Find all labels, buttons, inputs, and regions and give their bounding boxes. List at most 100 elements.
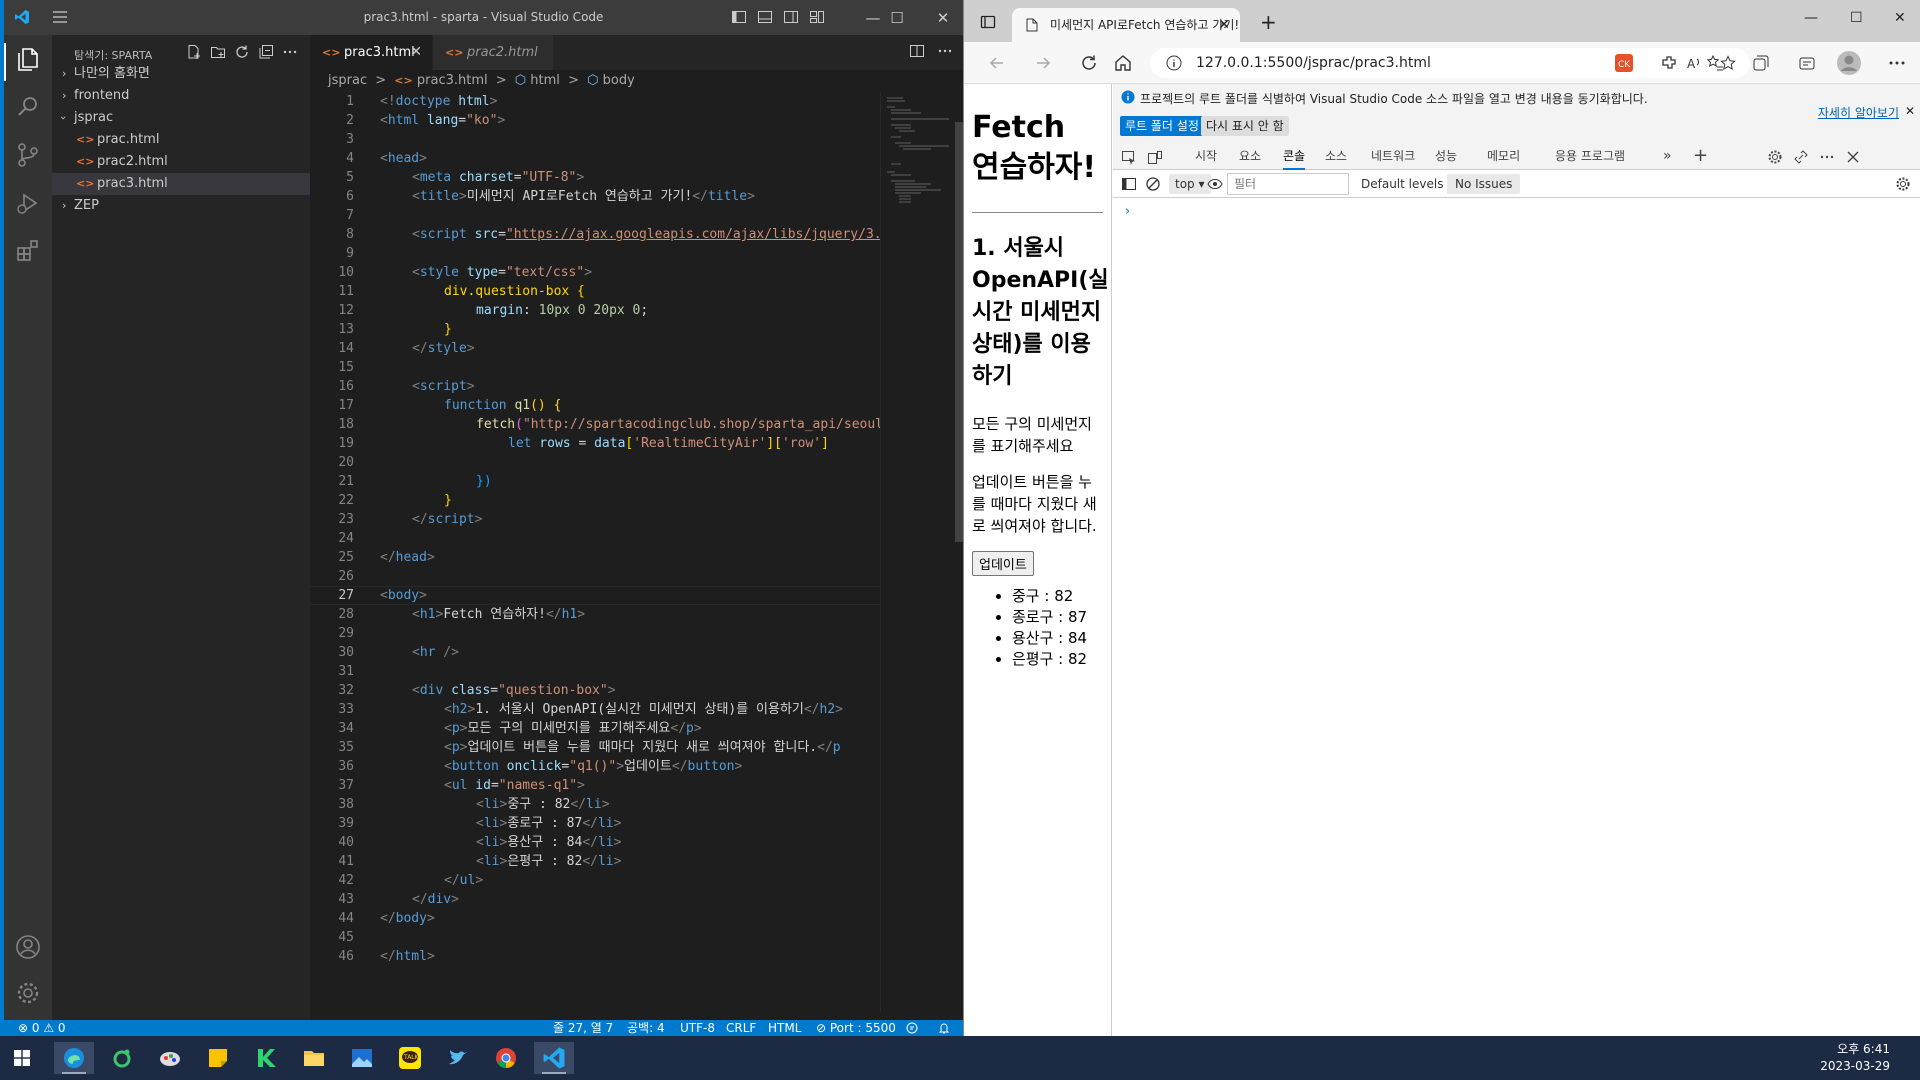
- taskbar-photos[interactable]: [342, 1042, 382, 1074]
- more-tabs-icon[interactable]: »: [1663, 144, 1672, 170]
- customize-layout-icon[interactable]: [809, 9, 825, 25]
- language-mode[interactable]: HTML: [768, 1020, 801, 1036]
- connect-icon[interactable]: [1793, 149, 1809, 165]
- line-ending[interactable]: CRLF: [726, 1020, 756, 1036]
- close-notice-icon[interactable]: ✕: [1905, 104, 1915, 118]
- system-clock[interactable]: 오후 6:41 2023-03-29: [1820, 1041, 1890, 1075]
- taskbar-kakaotalk[interactable]: TALK: [390, 1042, 430, 1074]
- live-server-port[interactable]: ⊘ Port : 5500: [816, 1020, 896, 1036]
- clear-console-icon[interactable]: [1145, 176, 1161, 192]
- back-arrow-icon[interactable]: [988, 54, 1006, 72]
- show-sidebar-icon[interactable]: [1121, 176, 1137, 192]
- scrollbar-thumb[interactable]: [955, 122, 963, 542]
- inspect-element-icon[interactable]: [1121, 150, 1137, 166]
- taskbar-vscode[interactable]: [534, 1042, 574, 1074]
- update-button[interactable]: 업데이트: [972, 551, 1034, 576]
- collapse-all-icon[interactable]: [258, 44, 274, 60]
- refresh-icon[interactable]: [1080, 54, 1098, 72]
- home-icon[interactable]: [1114, 54, 1132, 72]
- more-actions-icon[interactable]: [937, 43, 953, 59]
- profile-avatar-icon[interactable]: [1836, 50, 1862, 76]
- tree-folder-zep[interactable]: › ZEP: [52, 195, 310, 217]
- tab-network[interactable]: 네트워크: [1371, 144, 1415, 170]
- device-emulation-icon[interactable]: [1147, 150, 1163, 166]
- settings-more-icon[interactable]: [1888, 54, 1906, 72]
- tab-elements[interactable]: 요소: [1239, 144, 1261, 170]
- set-root-folder-button[interactable]: 루트 폴더 설정: [1120, 116, 1204, 136]
- extension-red-icon[interactable]: CK: [1614, 53, 1634, 73]
- taskbar-app-white[interactable]: [150, 1042, 190, 1074]
- tab-prac2[interactable]: <> prac2.html: [433, 35, 553, 70]
- browser-essentials-icon[interactable]: [1798, 54, 1816, 72]
- search-icon[interactable]: [14, 93, 42, 121]
- taskbar-sticky-notes[interactable]: [198, 1042, 238, 1074]
- close-button[interactable]: ✕: [920, 0, 963, 35]
- cursor-position[interactable]: 줄 27, 열 7: [553, 1020, 613, 1036]
- site-info-icon[interactable]: [1166, 55, 1182, 71]
- account-icon[interactable]: [14, 933, 42, 961]
- tree-folder-jsprac[interactable]: › jsprac: [52, 107, 310, 129]
- taskbar-app-green[interactable]: [102, 1042, 142, 1074]
- notifications-bell-icon[interactable]: [938, 1022, 950, 1034]
- new-tab-button[interactable]: +: [1260, 10, 1277, 34]
- problems-indicator[interactable]: ⊗ 0 ⚠ 0: [18, 1020, 66, 1036]
- encoding[interactable]: UTF-8: [680, 1020, 715, 1036]
- context-selector[interactable]: top ▾: [1169, 174, 1211, 194]
- tab-sources[interactable]: 소스: [1325, 144, 1347, 170]
- console-settings-icon[interactable]: [1895, 176, 1911, 192]
- close-tab-icon[interactable]: ✕: [1218, 8, 1230, 42]
- learn-more-link[interactable]: 자세히 알아보기: [1818, 104, 1899, 121]
- maximize-button[interactable]: ☐: [874, 0, 920, 35]
- add-tool-icon[interactable]: +: [1693, 144, 1708, 170]
- minimap[interactable]: [880, 92, 955, 1012]
- breadcrumb-element-body[interactable]: body: [603, 73, 635, 88]
- live-expression-eye-icon[interactable]: [1207, 177, 1223, 191]
- windows-start-icon[interactable]: [14, 1050, 30, 1066]
- read-aloud-icon[interactable]: A: [1686, 55, 1702, 71]
- breadcrumb-element-html[interactable]: html: [530, 73, 560, 88]
- feedback-icon[interactable]: [906, 1022, 918, 1034]
- tab-application[interactable]: 응용 프로그램: [1555, 144, 1625, 170]
- dont-show-again-button[interactable]: 다시 표시 안 함: [1201, 116, 1289, 136]
- tab-welcome[interactable]: 시작: [1195, 144, 1217, 170]
- more-options-icon[interactable]: [1819, 149, 1835, 165]
- tab-prac3[interactable]: <> prac3.html ✕: [310, 35, 432, 70]
- new-file-icon[interactable]: [186, 44, 202, 60]
- vertical-scrollbar[interactable]: [955, 92, 963, 1012]
- close-button[interactable]: ✕: [1894, 10, 1906, 26]
- breadcrumb-folder[interactable]: jsprac: [328, 73, 367, 88]
- tab-memory[interactable]: 메모리: [1487, 144, 1520, 170]
- tab-actions-icon[interactable]: [980, 14, 996, 30]
- taskbar-chrome[interactable]: [486, 1042, 526, 1074]
- tree-file-prac3[interactable]: <> prac3.html: [52, 173, 310, 195]
- toggle-sidebar-icon[interactable]: [731, 9, 747, 25]
- extensions-icon[interactable]: [1660, 54, 1678, 72]
- taskbar-app-k[interactable]: [246, 1042, 286, 1074]
- tree-file-prac[interactable]: <> prac.html: [52, 129, 310, 151]
- tree-folder-frontend[interactable]: › frontend: [52, 85, 310, 107]
- toggle-panel-icon[interactable]: [757, 9, 773, 25]
- tree-file-prac2[interactable]: <> prac2.html: [52, 151, 310, 173]
- breadcrumb-file[interactable]: prac3.html: [417, 73, 488, 88]
- settings-gear-icon[interactable]: [14, 979, 42, 1007]
- code-editor[interactable]: 1 2 3 4 5 6 7 8 9 10 11 12 13 14 15 16 17 18 19 20 21 22 23 24 2…: [310, 92, 880, 1012]
- indentation[interactable]: 공백: 4: [627, 1020, 665, 1036]
- forward-arrow-icon[interactable]: [1034, 54, 1052, 72]
- refresh-icon[interactable]: [234, 44, 250, 60]
- extensions-icon[interactable]: [14, 237, 42, 265]
- taskbar-edge[interactable]: [54, 1042, 94, 1074]
- issues-badge[interactable]: No Issues: [1447, 174, 1521, 194]
- tree-folder-homepage[interactable]: › 나만의 홈화면: [52, 63, 310, 85]
- console-filter-input[interactable]: 필터: [1227, 173, 1349, 195]
- more-actions-icon[interactable]: [282, 44, 298, 60]
- collections-icon[interactable]: [1752, 54, 1770, 72]
- source-control-icon[interactable]: [14, 141, 42, 169]
- taskbar-app-bird[interactable]: [438, 1042, 478, 1074]
- console-prompt[interactable]: ›: [1125, 204, 1130, 219]
- new-folder-icon[interactable]: [210, 44, 226, 60]
- log-levels-dropdown[interactable]: Default levels ▾: [1361, 174, 1453, 194]
- minimize-button[interactable]: —: [1804, 10, 1818, 26]
- run-debug-icon[interactable]: [14, 189, 42, 217]
- tab-console[interactable]: 콘솔: [1283, 144, 1306, 170]
- favorites-icon[interactable]: [1706, 54, 1724, 72]
